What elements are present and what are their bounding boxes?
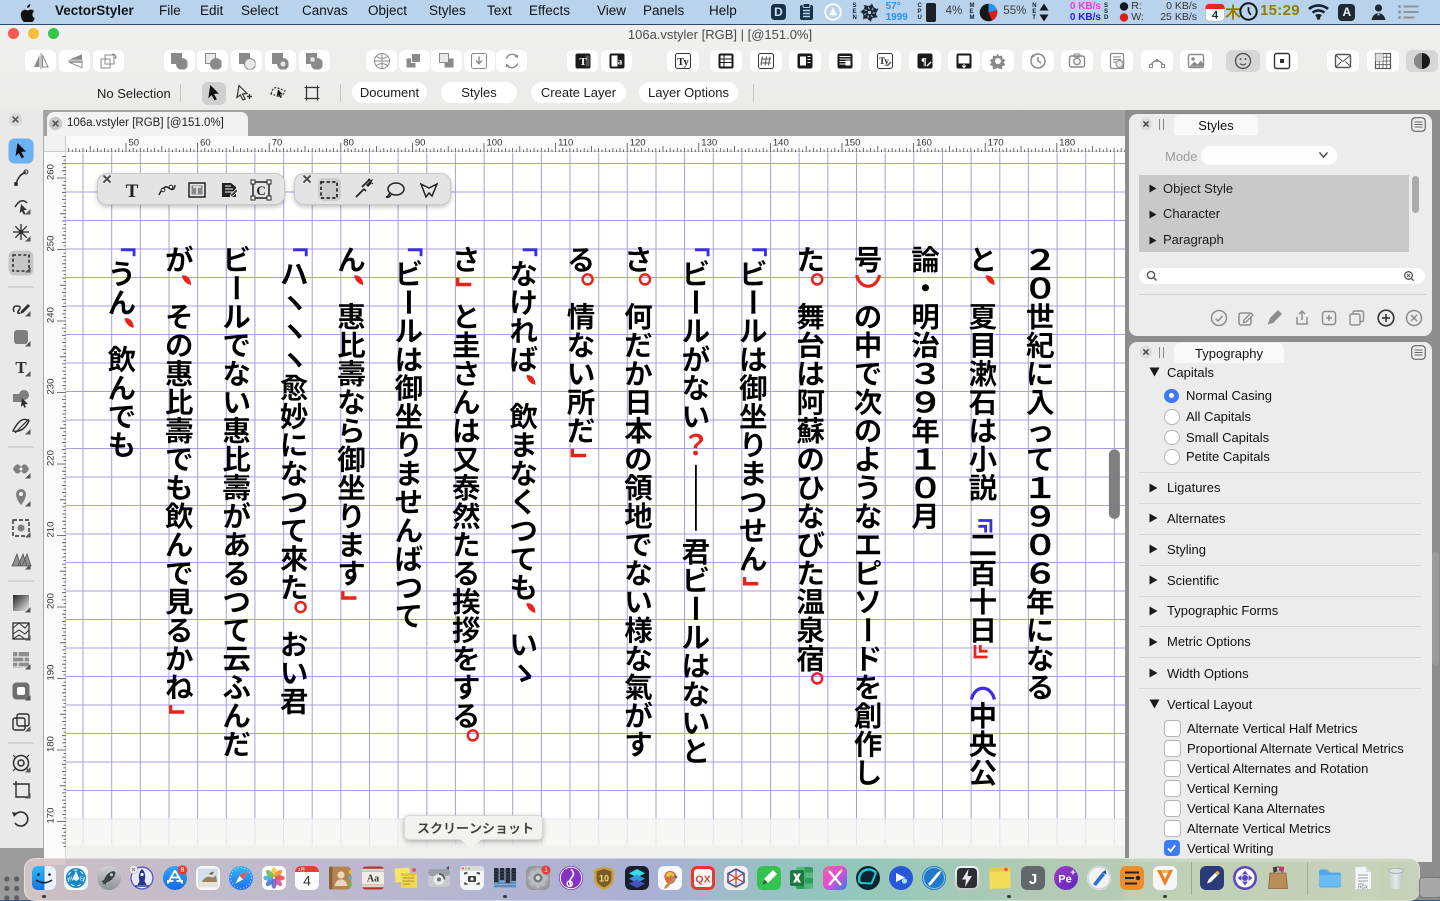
svg-text:Aa: Aa [367,873,379,884]
svg-text:J: J [1029,871,1037,888]
svg-text:4: 4 [303,872,311,888]
svg-text:1: 1 [544,867,548,874]
svg-text:QX: QX [695,873,710,885]
svg-text:Pe: Pe [1058,873,1071,885]
svg-text:W: W [69,876,74,882]
svg-text:8: 8 [181,867,185,874]
svg-text:HGX: HGX [1358,884,1368,889]
svg-text:10: 10 [599,873,609,883]
